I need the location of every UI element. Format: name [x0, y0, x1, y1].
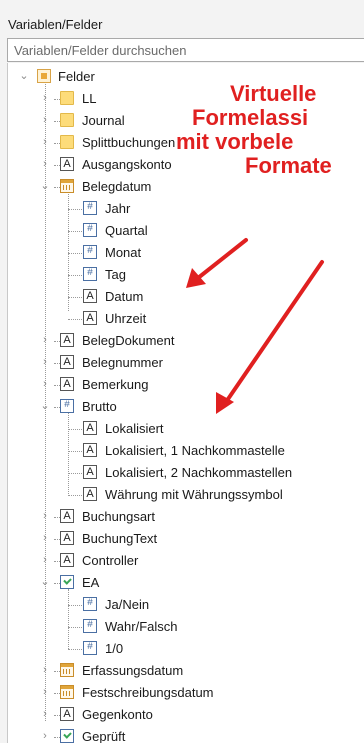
arrowhead	[186, 268, 206, 288]
arrow-to-lokalisiert	[224, 260, 324, 404]
arrow-to-datum	[196, 238, 248, 280]
annotation-arrows	[186, 238, 324, 414]
